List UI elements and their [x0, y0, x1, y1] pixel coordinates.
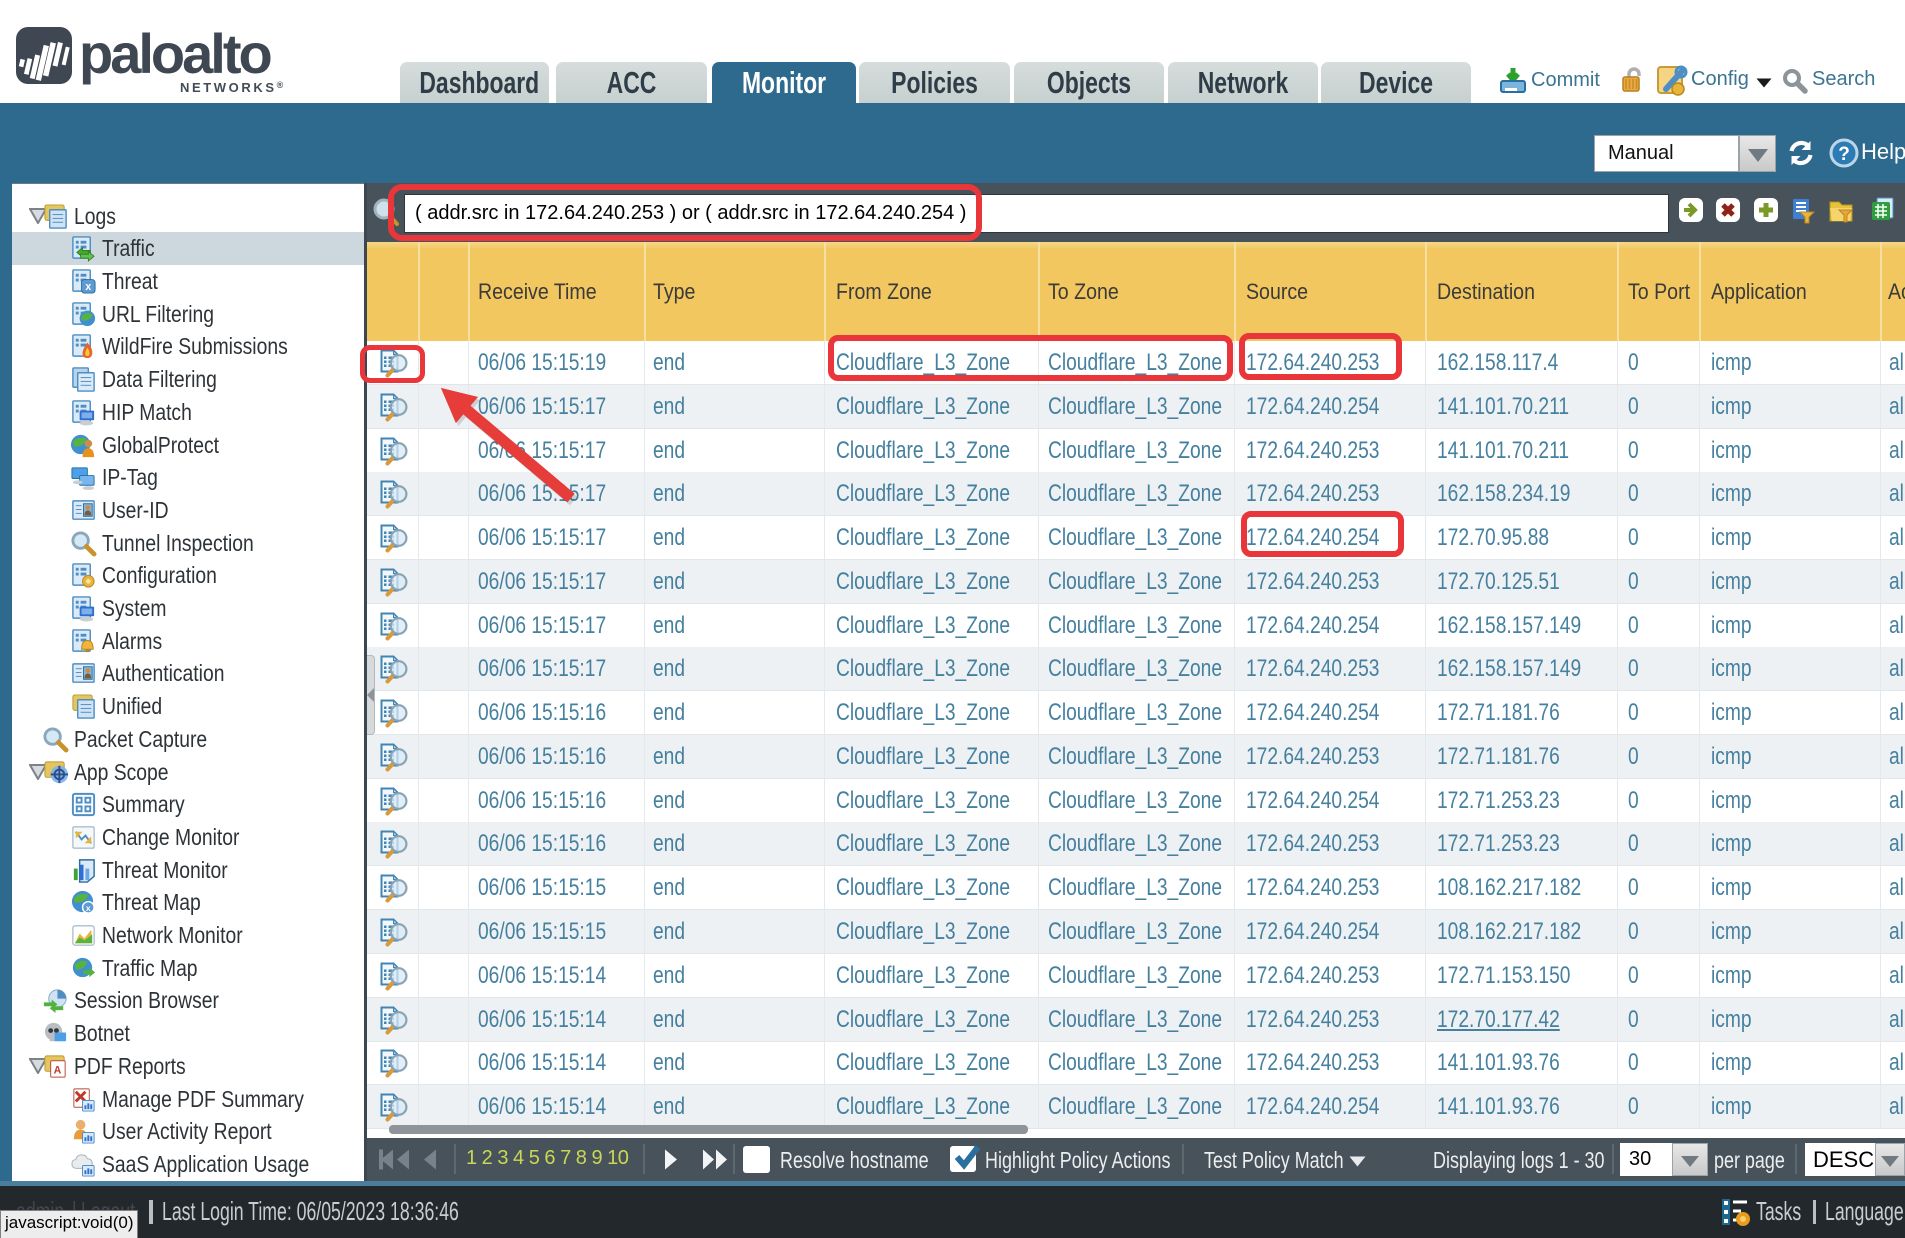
svg-text:?: ?	[1838, 144, 1850, 165]
svg-text:x: x	[85, 281, 91, 293]
svg-text:x: x	[86, 903, 91, 913]
svg-text:A: A	[54, 1064, 62, 1076]
